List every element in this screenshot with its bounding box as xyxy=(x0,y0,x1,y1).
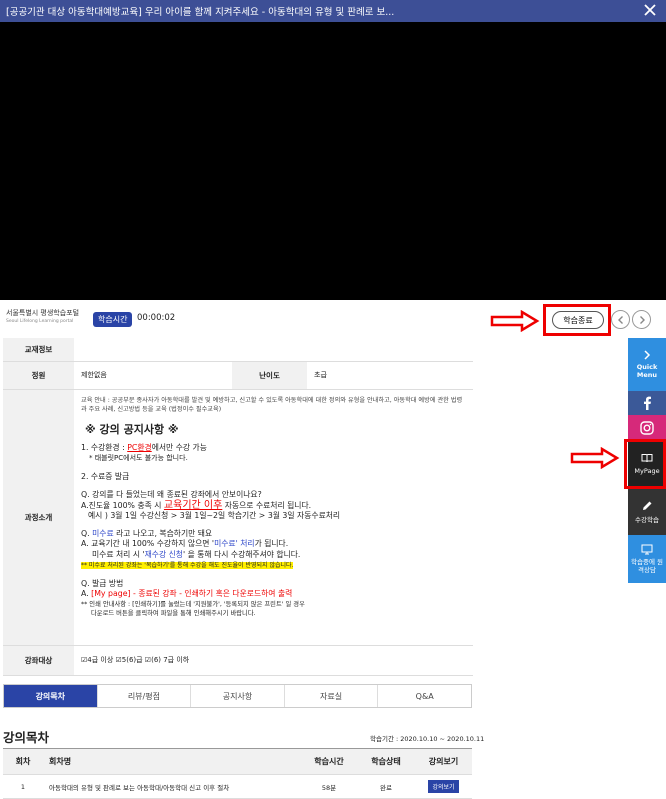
mypage-highlight-box xyxy=(624,439,666,489)
facebook-icon xyxy=(644,396,651,410)
notice-title: ※ 강의 공지사항 ※ xyxy=(85,422,179,436)
target-label: 강좌대상 xyxy=(3,645,74,676)
arrow-right-icon xyxy=(570,447,620,469)
facebook-button[interactable] xyxy=(628,391,666,415)
window-title: [공공기관 대상 아동학대예방교육] 우리 아이를 함께 지켜주세요 - 아동학… xyxy=(6,7,395,18)
target-value: ☑4급 이상 ☑5(6)급 ☑(6) 7급 이하 xyxy=(74,645,473,676)
instagram-icon xyxy=(640,420,654,435)
col-header: 학습시간 xyxy=(301,748,357,775)
timer-value: 00:00:02 xyxy=(137,313,176,323)
tab-qna[interactable]: Q&A xyxy=(378,685,471,707)
title-bar: [공공기관 대상 아동학대예방교육] 우리 아이를 함께 지켜주세요 - 아동학… xyxy=(0,0,666,22)
table-row: 1 아동학대의 유형 및 판례로 보는 아동학대/아동학대 신고 이후 절차 5… xyxy=(3,774,472,799)
study-button[interactable]: 수강학습 xyxy=(628,488,666,535)
course-notice: 교육 안내 : 공공부문 종사자가 아동학대를 발견 및 예방하고, 신고할 수… xyxy=(74,396,473,618)
timer-badge: 학습시간 xyxy=(93,312,133,327)
video-player[interactable] xyxy=(0,22,666,300)
tab-resources[interactable]: 자료실 xyxy=(285,685,379,707)
difficulty-label: 난이도 xyxy=(232,361,307,390)
next-button[interactable] xyxy=(632,310,651,329)
col-header: 강의보기 xyxy=(415,748,472,775)
col-header: 회차 xyxy=(3,748,43,775)
arrow-right-icon xyxy=(490,310,540,332)
pencil-icon xyxy=(643,501,652,510)
course-info-table: 교재정보 정원 제한없음 난이도 초급 과정소개 교육 안내 : 공공부문 종사… xyxy=(3,338,473,676)
chevron-left-icon xyxy=(617,315,623,324)
tab-bar: 강의목차 리뷰/평점 공지사항 자료실 Q&A xyxy=(3,684,472,708)
chevron-right-icon xyxy=(639,315,645,324)
remote-consult-button[interactable]: 학습중에 원격상담 xyxy=(628,535,666,583)
view-lecture-button[interactable]: 강의보기 xyxy=(428,780,459,793)
intro-text: 교육 안내 : 공공부문 종사자가 아동학대를 발견 및 예방하고, 신고할 수… xyxy=(81,396,463,413)
tab-notice[interactable]: 공지사항 xyxy=(191,685,285,707)
study-period: 학습기간 : 2020.10.10 ~ 2020.10.11 xyxy=(370,735,485,743)
material-label: 교재정보 xyxy=(3,338,74,362)
section-title: 강의목차 xyxy=(3,730,50,745)
intro-label: 과정소개 xyxy=(3,389,74,646)
lecture-table: 회차 회차명 학습시간 학습상태 강의보기 1 아동학대의 유형 및 판례로 보… xyxy=(3,748,472,799)
capacity-label: 정원 xyxy=(3,361,74,390)
chevron-right-icon xyxy=(644,350,651,360)
close-icon[interactable] xyxy=(642,2,658,18)
logo: 서울특별시 평생학습포털 Seoul Lifelong Learning por… xyxy=(6,309,80,324)
end-study-button[interactable]: 학습종료 xyxy=(552,311,604,329)
instagram-button[interactable] xyxy=(628,415,666,440)
capacity-value: 제한없음 xyxy=(74,361,232,390)
col-header: 회차명 xyxy=(43,748,301,775)
prev-button[interactable] xyxy=(611,310,630,329)
difficulty-value: 초급 xyxy=(307,361,473,390)
col-header: 학습상태 xyxy=(357,748,415,775)
tab-review[interactable]: 리뷰/평점 xyxy=(98,685,192,707)
monitor-icon xyxy=(641,544,653,555)
tab-lecture-index[interactable]: 강의목차 xyxy=(4,685,98,707)
quick-menu-button[interactable]: Quick Menu xyxy=(628,338,666,391)
